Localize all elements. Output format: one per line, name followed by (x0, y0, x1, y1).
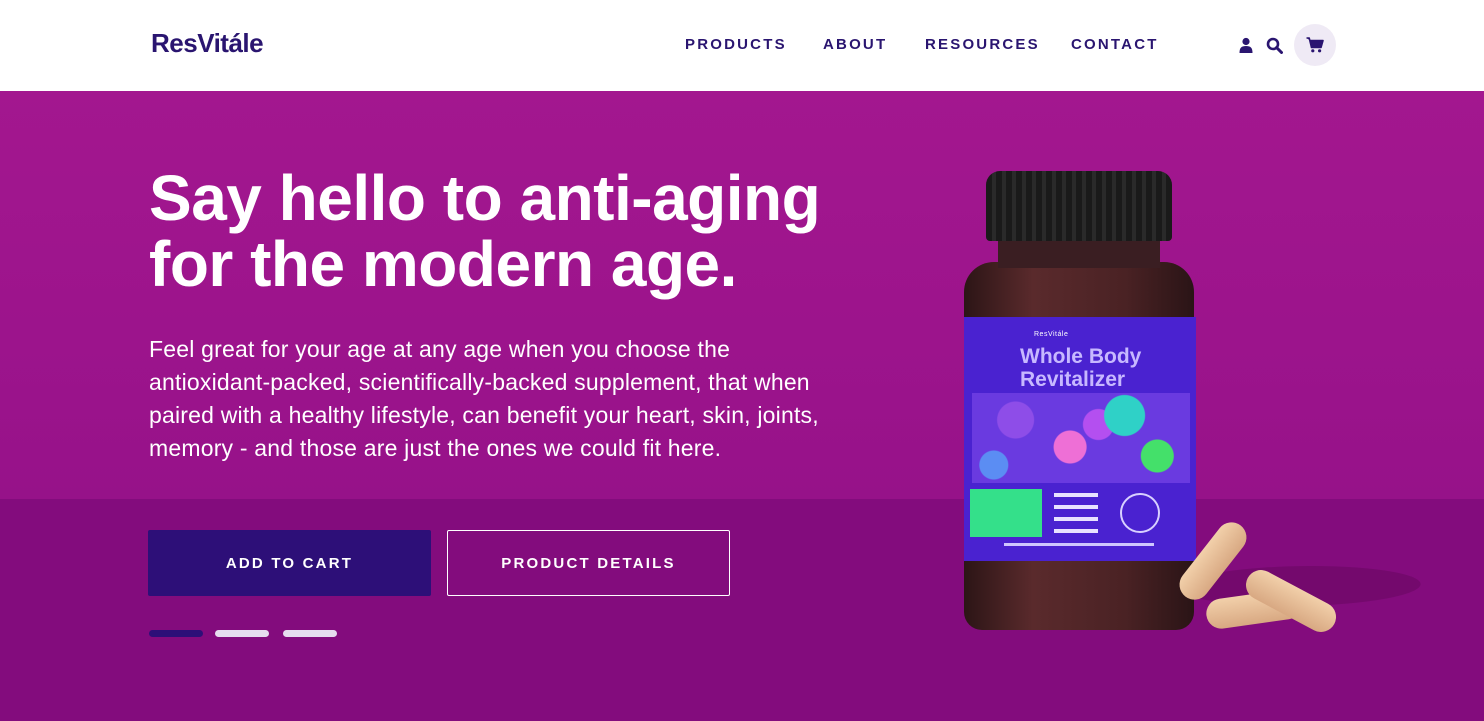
carousel-dot-3[interactable] (283, 630, 337, 637)
carousel-dot-1[interactable] (149, 630, 203, 637)
hero-headline: Say hello to anti-aging for the modern a… (149, 162, 821, 300)
nav-products[interactable]: PRODUCTS (685, 36, 787, 53)
label-text-lines (1054, 493, 1104, 541)
bottle-label: ResVitále Whole Body Revitalizer (964, 317, 1196, 561)
label-seal-icon (1120, 493, 1160, 533)
nav-about[interactable]: ABOUT (823, 36, 887, 53)
label-title: Whole Body Revitalizer (1020, 345, 1141, 391)
user-icon[interactable] (1236, 35, 1256, 55)
label-brand: ResVitále (1034, 331, 1069, 338)
cart-icon (1306, 37, 1324, 53)
label-title-line-2: Revitalizer (1020, 368, 1126, 391)
search-icon[interactable] (1264, 35, 1284, 55)
hero-banner: Say hello to anti-aging for the modern a… (0, 91, 1484, 721)
product-details-button[interactable]: PRODUCT DETAILS (447, 530, 730, 596)
brand-logo[interactable]: ResVitále (151, 28, 264, 59)
cart-button[interactable] (1294, 24, 1336, 66)
label-green-block (970, 489, 1042, 537)
site-header: ResVitále PRODUCTS ABOUT RESOURCES CONTA… (0, 0, 1484, 91)
nav-contact[interactable]: CONTACT (1071, 36, 1159, 53)
nav-resources[interactable]: RESOURCES (925, 36, 1040, 53)
label-footer-line (1004, 543, 1154, 546)
add-to-cart-button[interactable]: ADD TO CART (148, 530, 431, 596)
bottle-cap (986, 171, 1172, 241)
hero-description: Feel great for your age at any age when … (149, 336, 819, 461)
product-image: ResVitále Whole Body Revitalizer (950, 166, 1432, 646)
bottle-neck (998, 238, 1160, 268)
carousel-dot-2[interactable] (215, 630, 269, 637)
label-title-line-1: Whole Body (1020, 345, 1142, 368)
label-artwork (972, 393, 1190, 483)
